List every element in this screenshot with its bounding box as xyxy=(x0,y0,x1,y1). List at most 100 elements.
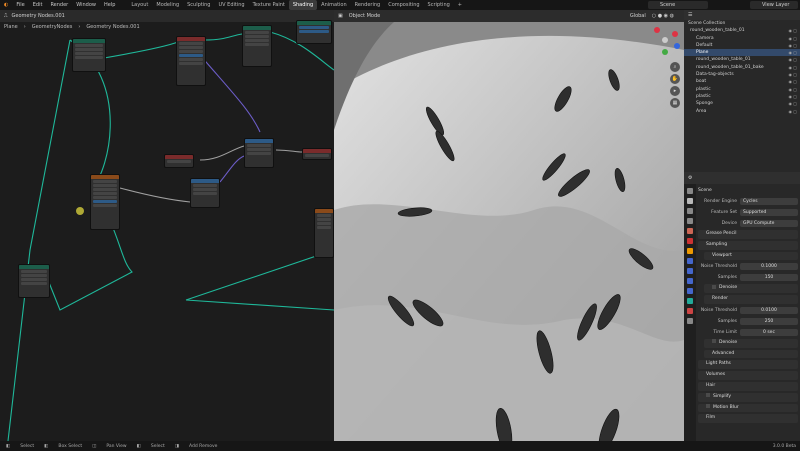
denoise-render-subpanel[interactable]: Denoise xyxy=(704,338,798,348)
simplify-checkbox[interactable] xyxy=(706,393,710,398)
visibility-eye-icon[interactable]: ◉ ▢ xyxy=(788,108,797,115)
object-tab-icon[interactable] xyxy=(687,248,693,254)
tab-layout[interactable]: Layout xyxy=(127,0,152,10)
outliner-item[interactable]: Data-tag-objects ◉ ▢ xyxy=(684,71,800,78)
visibility-eye-icon[interactable]: ◉ ▢ xyxy=(788,86,797,93)
visibility-eye-icon[interactable]: ◉ ▢ xyxy=(788,42,797,49)
denoise-checkbox[interactable] xyxy=(712,339,716,344)
outliner-scene-collection[interactable]: Scene Collection xyxy=(684,20,800,27)
tab-scripting[interactable]: Scripting xyxy=(424,0,454,10)
denoise-checkbox[interactable] xyxy=(712,284,716,289)
material-tab-icon[interactable] xyxy=(687,308,693,314)
device-dropdown[interactable]: GPU Compute xyxy=(740,220,798,228)
orientation-selector[interactable]: Global xyxy=(630,13,646,19)
visibility-eye-icon[interactable]: ◉ ▢ xyxy=(788,71,797,78)
physics-tab-icon[interactable] xyxy=(687,278,693,284)
visibility-eye-icon[interactable]: ◉ ▢ xyxy=(788,35,797,42)
outliner-item[interactable]: plastic ◉ ▢ xyxy=(684,93,800,100)
light-paths-panel[interactable]: Light Paths xyxy=(698,360,798,370)
navigation-gizmo[interactable] xyxy=(649,24,681,56)
node-mapping[interactable] xyxy=(314,208,334,258)
editor-type-icon[interactable]: ▣ xyxy=(338,13,343,19)
particles-tab-icon[interactable] xyxy=(687,268,693,274)
menu-file[interactable]: File xyxy=(12,2,28,8)
outliner-item[interactable]: round_wooden_table_01 ◉ ▢ xyxy=(684,56,800,63)
node-group-input[interactable] xyxy=(72,38,106,72)
menu-help[interactable]: Help xyxy=(100,2,119,8)
visibility-eye-icon[interactable]: ◉ ▢ xyxy=(788,93,797,100)
camera-icon[interactable]: ▸ xyxy=(670,86,680,96)
render-subpanel[interactable]: Render xyxy=(704,295,798,304)
editor-type-icon[interactable]: ☰ xyxy=(688,12,692,18)
tool-tab-icon[interactable] xyxy=(687,188,693,194)
node-combine-xyz[interactable] xyxy=(190,178,220,208)
tab-uv-editing[interactable]: UV Editing xyxy=(214,0,248,10)
texture-tab-icon[interactable] xyxy=(687,318,693,324)
modifier-tab-icon[interactable] xyxy=(687,258,693,264)
outliner-item[interactable]: plastic ◉ ▢ xyxy=(684,86,800,93)
outliner-item[interactable]: round_wooden_table_01 ◉ ▢ xyxy=(684,27,800,34)
zoom-icon[interactable]: ⌕ xyxy=(670,62,680,72)
constraints-tab-icon[interactable] xyxy=(687,288,693,294)
data-tab-icon[interactable] xyxy=(687,298,693,304)
blender-logo-icon[interactable]: ◐ xyxy=(0,2,12,8)
3d-viewport[interactable]: ▣ Object Mode Global ○ ● ◉ ◍ ⌕ ✋ ▸ ▦ xyxy=(334,10,684,441)
outliner-item[interactable]: Camera ◉ ▢ xyxy=(684,35,800,42)
tab-shading[interactable]: Shading xyxy=(288,0,318,10)
sampling-panel[interactable]: Sampling xyxy=(698,240,798,250)
view-layer-tab-icon[interactable] xyxy=(687,218,693,224)
outliner-item[interactable]: Sponge ◉ ▢ xyxy=(684,100,800,107)
node-object-info[interactable] xyxy=(176,36,206,86)
r-samples-field[interactable]: 250 xyxy=(740,317,798,325)
visibility-eye-icon[interactable]: ◉ ▢ xyxy=(788,100,797,107)
tab-texture-paint[interactable]: Texture Paint xyxy=(249,0,289,10)
perspective-icon[interactable]: ▦ xyxy=(670,98,680,108)
menu-edit[interactable]: Edit xyxy=(29,2,47,8)
grease-pencil-panel[interactable]: Grease Pencil xyxy=(698,229,798,239)
view-layer-selector[interactable]: View Layer xyxy=(750,1,798,9)
node-editor[interactable]: ⎍ Geometry Nodes.001 Plane › GeometryNod… xyxy=(0,10,334,441)
visibility-eye-icon[interactable]: ◉ ▢ xyxy=(788,56,797,63)
node-position[interactable] xyxy=(164,154,194,168)
menu-window[interactable]: Window xyxy=(72,2,100,8)
hair-panel[interactable]: Hair xyxy=(698,382,798,391)
vp-noise-threshold-field[interactable]: 0.1000 xyxy=(740,263,798,271)
add-workspace-button[interactable]: + xyxy=(454,0,466,10)
scene-selector[interactable]: Scene xyxy=(648,1,708,9)
properties-editor[interactable]: ⚙ Scene Render Engine Cycles Feature Set S… xyxy=(684,172,800,441)
tab-rendering[interactable]: Rendering xyxy=(351,0,385,10)
node-grid[interactable] xyxy=(18,264,50,298)
film-panel[interactable]: Film xyxy=(698,414,798,424)
menu-render[interactable]: Render xyxy=(46,2,72,8)
visibility-eye-icon[interactable]: ◉ ▢ xyxy=(788,27,797,34)
output-tab-icon[interactable] xyxy=(687,208,693,214)
outliner-item[interactable]: Plane ◉ ▢ xyxy=(684,49,800,57)
render-engine-dropdown[interactable]: Cycles xyxy=(740,198,798,206)
pan-icon[interactable]: ✋ xyxy=(670,74,680,84)
tab-compositing[interactable]: Compositing xyxy=(384,0,423,10)
mode-selector[interactable]: Object Mode xyxy=(349,13,381,19)
node-group-output[interactable] xyxy=(296,20,332,44)
viewport-subpanel[interactable]: Viewport xyxy=(704,251,798,261)
tab-sculpting[interactable]: Sculpting xyxy=(183,0,214,10)
denoise-subpanel[interactable]: Denoise xyxy=(704,284,798,294)
editor-type-icon[interactable]: ⎍ xyxy=(4,13,8,19)
feature-set-dropdown[interactable]: Supported xyxy=(740,209,798,217)
node-tree-name[interactable]: Geometry Nodes.001 xyxy=(12,13,65,19)
scene-tab-icon[interactable] xyxy=(687,228,693,234)
node-set-position[interactable] xyxy=(242,25,272,67)
tab-modeling[interactable]: Modeling xyxy=(152,0,183,10)
visibility-eye-icon[interactable]: ◉ ▢ xyxy=(788,64,797,71)
node-noise-texture[interactable] xyxy=(90,174,120,230)
motion-blur-checkbox[interactable] xyxy=(706,404,710,409)
r-noise-threshold-field[interactable]: 0.0100 xyxy=(740,306,798,314)
node-math[interactable] xyxy=(244,138,274,168)
vp-samples-field[interactable]: 150 xyxy=(740,274,798,282)
outliner-item[interactable]: Default ◉ ▢ xyxy=(684,42,800,49)
shading-mode-icons[interactable]: ○ ● ◉ ◍ xyxy=(652,13,674,19)
render-tab-icon[interactable] xyxy=(687,198,693,204)
node-normal[interactable] xyxy=(302,148,332,160)
advanced-subpanel[interactable]: Advanced xyxy=(704,349,798,359)
time-limit-field[interactable]: 0 sec xyxy=(740,328,798,336)
outliner[interactable]: ☰ Scene Collection round_wooden_table_01… xyxy=(684,10,800,172)
